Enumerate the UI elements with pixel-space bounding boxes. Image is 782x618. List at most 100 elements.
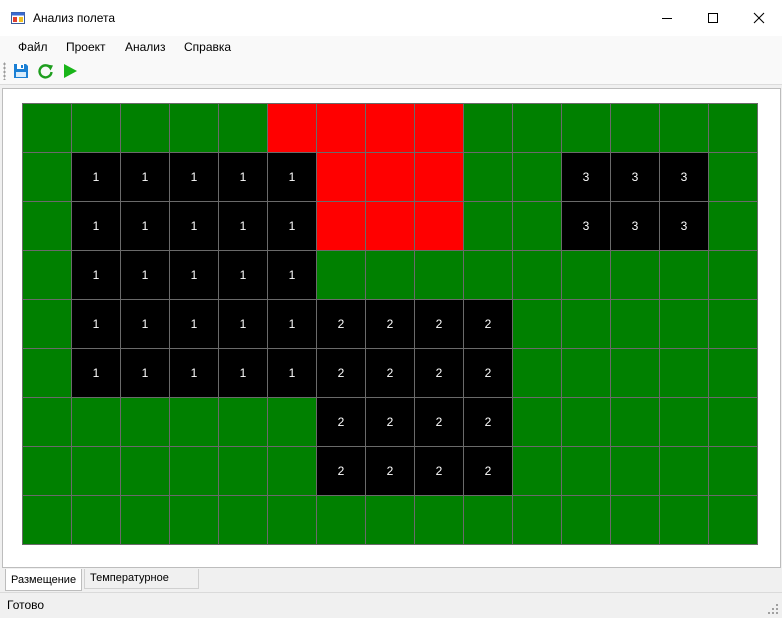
grid-cell-restricted[interactable] bbox=[415, 202, 464, 251]
grid-cell-free[interactable] bbox=[709, 202, 758, 251]
grid-cell-free[interactable] bbox=[660, 349, 709, 398]
grid-cell-restricted[interactable] bbox=[415, 153, 464, 202]
grid-cell-object-2[interactable]: 2 bbox=[366, 349, 415, 398]
grid-cell-object-1[interactable]: 1 bbox=[268, 251, 317, 300]
grid-cell-object-1[interactable]: 1 bbox=[268, 202, 317, 251]
grid-cell-object-1[interactable]: 1 bbox=[219, 202, 268, 251]
grid-cell-free[interactable] bbox=[562, 398, 611, 447]
grid-cell-object-1[interactable]: 1 bbox=[170, 153, 219, 202]
grid-cell-object-1[interactable]: 1 bbox=[268, 153, 317, 202]
toolbar-grip-icon[interactable] bbox=[3, 62, 6, 80]
refresh-button[interactable] bbox=[36, 62, 54, 80]
grid-cell-free[interactable] bbox=[660, 251, 709, 300]
grid-cell-free[interactable] bbox=[513, 251, 562, 300]
grid-cell-restricted[interactable] bbox=[366, 104, 415, 153]
grid-cell-free[interactable] bbox=[611, 349, 660, 398]
grid-cell-free[interactable] bbox=[709, 349, 758, 398]
save-button[interactable] bbox=[12, 62, 30, 80]
grid-cell-free[interactable] bbox=[72, 104, 121, 153]
grid-cell-object-1[interactable]: 1 bbox=[170, 202, 219, 251]
grid-cell-free[interactable] bbox=[660, 447, 709, 496]
grid-cell-free[interactable] bbox=[513, 447, 562, 496]
grid-cell-free[interactable] bbox=[513, 300, 562, 349]
grid-cell-object-2[interactable]: 2 bbox=[317, 300, 366, 349]
grid-cell-object-2[interactable]: 2 bbox=[415, 447, 464, 496]
grid-cell-free[interactable] bbox=[464, 202, 513, 251]
grid-cell-free[interactable] bbox=[121, 496, 170, 545]
grid-cell-free[interactable] bbox=[464, 153, 513, 202]
grid-cell-free[interactable] bbox=[513, 153, 562, 202]
tab-temperature-field[interactable]: Температурное поле bbox=[84, 569, 199, 603]
grid-cell-restricted[interactable] bbox=[317, 202, 366, 251]
grid-cell-object-1[interactable]: 1 bbox=[121, 349, 170, 398]
resize-grip-icon[interactable] bbox=[767, 603, 779, 615]
grid-cell-free[interactable] bbox=[709, 104, 758, 153]
title-bar[interactable]: Анализ полета bbox=[0, 0, 782, 36]
grid-cell-object-1[interactable]: 1 bbox=[72, 202, 121, 251]
grid-cell-free[interactable] bbox=[366, 251, 415, 300]
grid-cell-object-2[interactable]: 2 bbox=[464, 447, 513, 496]
grid-cell-free[interactable] bbox=[23, 398, 72, 447]
grid-cell-free[interactable] bbox=[219, 104, 268, 153]
grid-cell-object-2[interactable]: 2 bbox=[464, 300, 513, 349]
grid-cell-free[interactable] bbox=[562, 349, 611, 398]
grid-cell-free[interactable] bbox=[660, 300, 709, 349]
grid-cell-restricted[interactable] bbox=[366, 202, 415, 251]
grid-cell-restricted[interactable] bbox=[415, 104, 464, 153]
menu-help[interactable]: Справка bbox=[184, 40, 231, 54]
grid-cell-free[interactable] bbox=[121, 447, 170, 496]
grid-cell-object-1[interactable]: 1 bbox=[72, 153, 121, 202]
grid-cell-object-2[interactable]: 2 bbox=[366, 398, 415, 447]
grid-cell-free[interactable] bbox=[23, 153, 72, 202]
grid-cell-free[interactable] bbox=[72, 398, 121, 447]
menu-project[interactable]: Проект bbox=[66, 40, 106, 54]
grid-cell-object-1[interactable]: 1 bbox=[268, 349, 317, 398]
grid-cell-free[interactable] bbox=[709, 300, 758, 349]
grid-cell-object-3[interactable]: 3 bbox=[562, 202, 611, 251]
grid-cell-object-3[interactable]: 3 bbox=[660, 202, 709, 251]
grid-cell-free[interactable] bbox=[366, 496, 415, 545]
grid-cell-free[interactable] bbox=[415, 251, 464, 300]
close-button[interactable] bbox=[736, 0, 782, 36]
menu-analysis[interactable]: Анализ bbox=[125, 40, 166, 54]
maximize-button[interactable] bbox=[690, 0, 736, 36]
grid-cell-free[interactable] bbox=[121, 104, 170, 153]
grid-cell-object-1[interactable]: 1 bbox=[72, 300, 121, 349]
run-button[interactable] bbox=[61, 62, 79, 80]
grid-cell-free[interactable] bbox=[611, 447, 660, 496]
grid-cell-free[interactable] bbox=[513, 496, 562, 545]
grid-cell-free[interactable] bbox=[268, 447, 317, 496]
grid-cell-free[interactable] bbox=[562, 447, 611, 496]
grid-cell-restricted[interactable] bbox=[317, 104, 366, 153]
placement-grid[interactable]: 1 1 1 1 1 3 3 3 1 1 1 1 1 3 3 3 1 1 1 1 1 1 1 1 1 1 2 2 2 2 1 1 1 1 1 2 2 2 2 2… bbox=[22, 103, 758, 545]
grid-cell-object-1[interactable]: 1 bbox=[219, 251, 268, 300]
grid-cell-free[interactable] bbox=[72, 447, 121, 496]
grid-cell-object-3[interactable]: 3 bbox=[611, 153, 660, 202]
grid-cell-free[interactable] bbox=[562, 251, 611, 300]
grid-cell-restricted[interactable] bbox=[366, 153, 415, 202]
grid-cell-object-1[interactable]: 1 bbox=[219, 153, 268, 202]
grid-cell-restricted[interactable] bbox=[317, 153, 366, 202]
tab-placement[interactable]: Размещение bbox=[5, 569, 82, 591]
grid-cell-free[interactable] bbox=[611, 251, 660, 300]
grid-cell-free[interactable] bbox=[611, 300, 660, 349]
grid-cell-restricted[interactable] bbox=[268, 104, 317, 153]
grid-cell-free[interactable] bbox=[660, 104, 709, 153]
grid-cell-free[interactable] bbox=[317, 251, 366, 300]
grid-cell-object-1[interactable]: 1 bbox=[268, 300, 317, 349]
grid-cell-object-1[interactable]: 1 bbox=[121, 202, 170, 251]
grid-cell-free[interactable] bbox=[709, 153, 758, 202]
grid-cell-free[interactable] bbox=[513, 398, 562, 447]
grid-cell-free[interactable] bbox=[170, 104, 219, 153]
grid-cell-free[interactable] bbox=[513, 349, 562, 398]
grid-cell-free[interactable] bbox=[268, 496, 317, 545]
grid-cell-free[interactable] bbox=[170, 398, 219, 447]
grid-cell-free[interactable] bbox=[611, 496, 660, 545]
grid-cell-object-2[interactable]: 2 bbox=[415, 300, 464, 349]
grid-cell-free[interactable] bbox=[23, 300, 72, 349]
grid-cell-free[interactable] bbox=[23, 202, 72, 251]
grid-cell-free[interactable] bbox=[23, 104, 72, 153]
grid-cell-object-2[interactable]: 2 bbox=[464, 398, 513, 447]
grid-cell-free[interactable] bbox=[660, 398, 709, 447]
grid-cell-free[interactable] bbox=[562, 496, 611, 545]
